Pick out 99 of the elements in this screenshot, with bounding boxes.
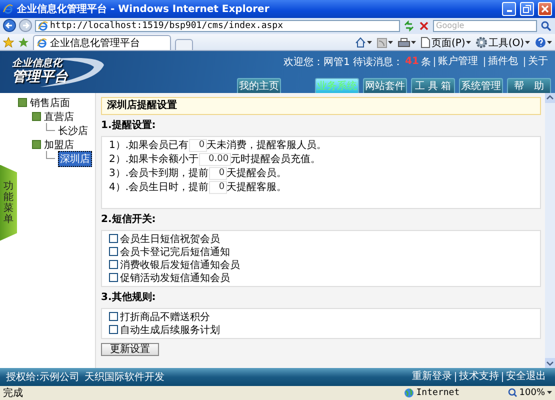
tree-item[interactable]: 深圳店: [58, 150, 92, 167]
number-field[interactable]: 0: [208, 180, 227, 194]
zoom-icon[interactable]: [508, 388, 518, 398]
restore-icon: [523, 4, 531, 13]
help-icon[interactable]: [535, 37, 546, 48]
minimize-button[interactable]: [502, 2, 516, 16]
number-field[interactable]: 0: [208, 166, 227, 180]
caret-icon[interactable]: [547, 40, 552, 45]
zone-text: Internet: [416, 388, 460, 398]
checkbox[interactable]: [109, 273, 118, 282]
caret-icon[interactable]: [411, 40, 416, 45]
browser-tab[interactable]: 企业信息化管理平台: [33, 34, 171, 50]
checkbox[interactable]: [109, 312, 118, 322]
rule-text: 天提醒会员。: [226, 167, 287, 180]
globe-icon: [404, 388, 414, 398]
footer-text: 授权给:示例公司: [6, 370, 80, 384]
tree-item[interactable]: 直营店: [44, 110, 74, 124]
unit-text: 条: [421, 56, 431, 69]
add-favorite-icon[interactable]: [18, 36, 29, 48]
caret-icon[interactable]: [525, 40, 530, 45]
page-title: 深圳店提醒设置: [101, 96, 541, 115]
search-icon[interactable]: [540, 20, 552, 32]
address-field[interactable]: http://localhost:1519/bsp901/cms/index.aspx: [35, 20, 400, 32]
caret-icon[interactable]: [466, 40, 472, 45]
close-icon: [541, 4, 549, 13]
tree-node-icon[interactable]: [32, 140, 41, 150]
rule-text: 2）.如果卡余额小于: [109, 152, 199, 166]
header-link[interactable]: 关于: [524, 56, 551, 67]
checkbox-label[interactable]: 会员卡登记完后短信通知: [120, 244, 230, 259]
footer-link[interactable]: 技术支持: [455, 372, 502, 382]
tree-item[interactable]: 加盟店: [44, 138, 74, 152]
page-menu[interactable]: 页面(P): [431, 36, 466, 50]
header-link[interactable]: 账户管理: [434, 56, 481, 67]
nav-tab[interactable]: 帮 助: [507, 78, 551, 93]
footer-link[interactable]: 重新登录: [409, 372, 455, 382]
nav-tab[interactable]: 工 具 箱: [411, 78, 455, 93]
tree-node-icon[interactable]: [32, 112, 41, 122]
nav-tab[interactable]: 网站套件: [363, 78, 407, 93]
unread-count: 41: [405, 56, 419, 68]
page-icon: [37, 38, 47, 48]
star-icon[interactable]: [3, 36, 14, 48]
tree-item[interactable]: 销售店面: [30, 96, 70, 110]
rule-text: 3）.会员卡到期，提前: [109, 166, 209, 180]
caret-icon[interactable]: [388, 40, 394, 45]
section-heading: 1.提醒设置:: [101, 118, 157, 132]
home-icon[interactable]: [355, 37, 366, 48]
close-button[interactable]: [538, 2, 552, 16]
window-title: 企业信息化管理平台 - Windows Internet Explorer: [17, 2, 270, 16]
minimize-icon: [506, 10, 512, 12]
scroll-up-icon[interactable]: [545, 92, 555, 103]
zoom-level[interactable]: 100%: [519, 388, 545, 398]
status-text: 完成: [3, 386, 24, 400]
rule-text: 天提醒客服。: [226, 180, 287, 194]
checkbox-label[interactable]: 促销活动发短信通知会员: [120, 270, 230, 285]
section-heading: 3.其他规则:: [101, 290, 157, 304]
rule-text: 天未消费，提醒客服人员。: [206, 138, 327, 152]
header-link[interactable]: 插件包: [484, 56, 521, 67]
scroll-down-icon[interactable]: [545, 358, 555, 368]
nav-tab[interactable]: 我的主页: [237, 78, 281, 93]
logo-text: 企业信息化: [12, 59, 63, 70]
checkbox-label[interactable]: 打折商品不赠送积分: [120, 310, 210, 324]
logo-text: 管理平台: [12, 70, 68, 84]
menu-handle[interactable]: 功能菜单: [0, 164, 17, 241]
section-heading: 2.短信开关:: [101, 212, 157, 226]
checkbox[interactable]: [109, 247, 118, 256]
footer-link[interactable]: 安全退出: [502, 372, 549, 382]
gear-icon[interactable]: [476, 37, 488, 48]
back-button[interactable]: [3, 19, 16, 32]
nav-tab[interactable]: 系统管理: [459, 78, 503, 93]
rule-text: 元时提醒会员充值。: [230, 152, 321, 166]
refresh-icon[interactable]: [403, 20, 415, 32]
checkbox-label[interactable]: 会员生日短信祝贺会员: [120, 232, 220, 246]
tree-line: [46, 123, 55, 132]
tree-line: [46, 151, 55, 160]
checkbox[interactable]: [109, 325, 118, 334]
scrollbar[interactable]: [545, 92, 555, 368]
rule-text: 1）.如果会员已有: [109, 139, 189, 152]
printer-icon[interactable]: [398, 38, 410, 48]
tree-item[interactable]: 长沙店: [58, 124, 88, 138]
checkbox-label[interactable]: 消费收银后发短信通知会员: [120, 258, 240, 272]
checkbox[interactable]: [109, 234, 118, 244]
restore-button[interactable]: [520, 2, 534, 16]
checkbox-label[interactable]: 自动生成后续服务计划: [120, 322, 220, 337]
number-field[interactable]: 0.00: [198, 152, 231, 166]
tree-node-icon[interactable]: [18, 98, 27, 108]
footer-text: 天织国际软件开发: [84, 371, 164, 384]
browser-logo-icon: [3, 4, 13, 14]
stop-icon[interactable]: [418, 20, 430, 32]
page-icon: [38, 20, 48, 31]
tools-menu[interactable]: 工具(O): [488, 36, 524, 50]
welcome-text: 欢迎您：网管1 待读消息：: [284, 56, 404, 69]
update-button[interactable]: 更新设置: [101, 342, 159, 356]
checkbox[interactable]: [109, 260, 118, 270]
search-field[interactable]: Google: [433, 20, 537, 32]
rule-text: 4）.会员生日时，提前: [109, 180, 209, 194]
caret-icon[interactable]: [367, 40, 372, 45]
caret-icon[interactable]: [547, 390, 552, 395]
number-field[interactable]: 0: [188, 138, 207, 152]
page-icon[interactable]: [421, 37, 430, 48]
